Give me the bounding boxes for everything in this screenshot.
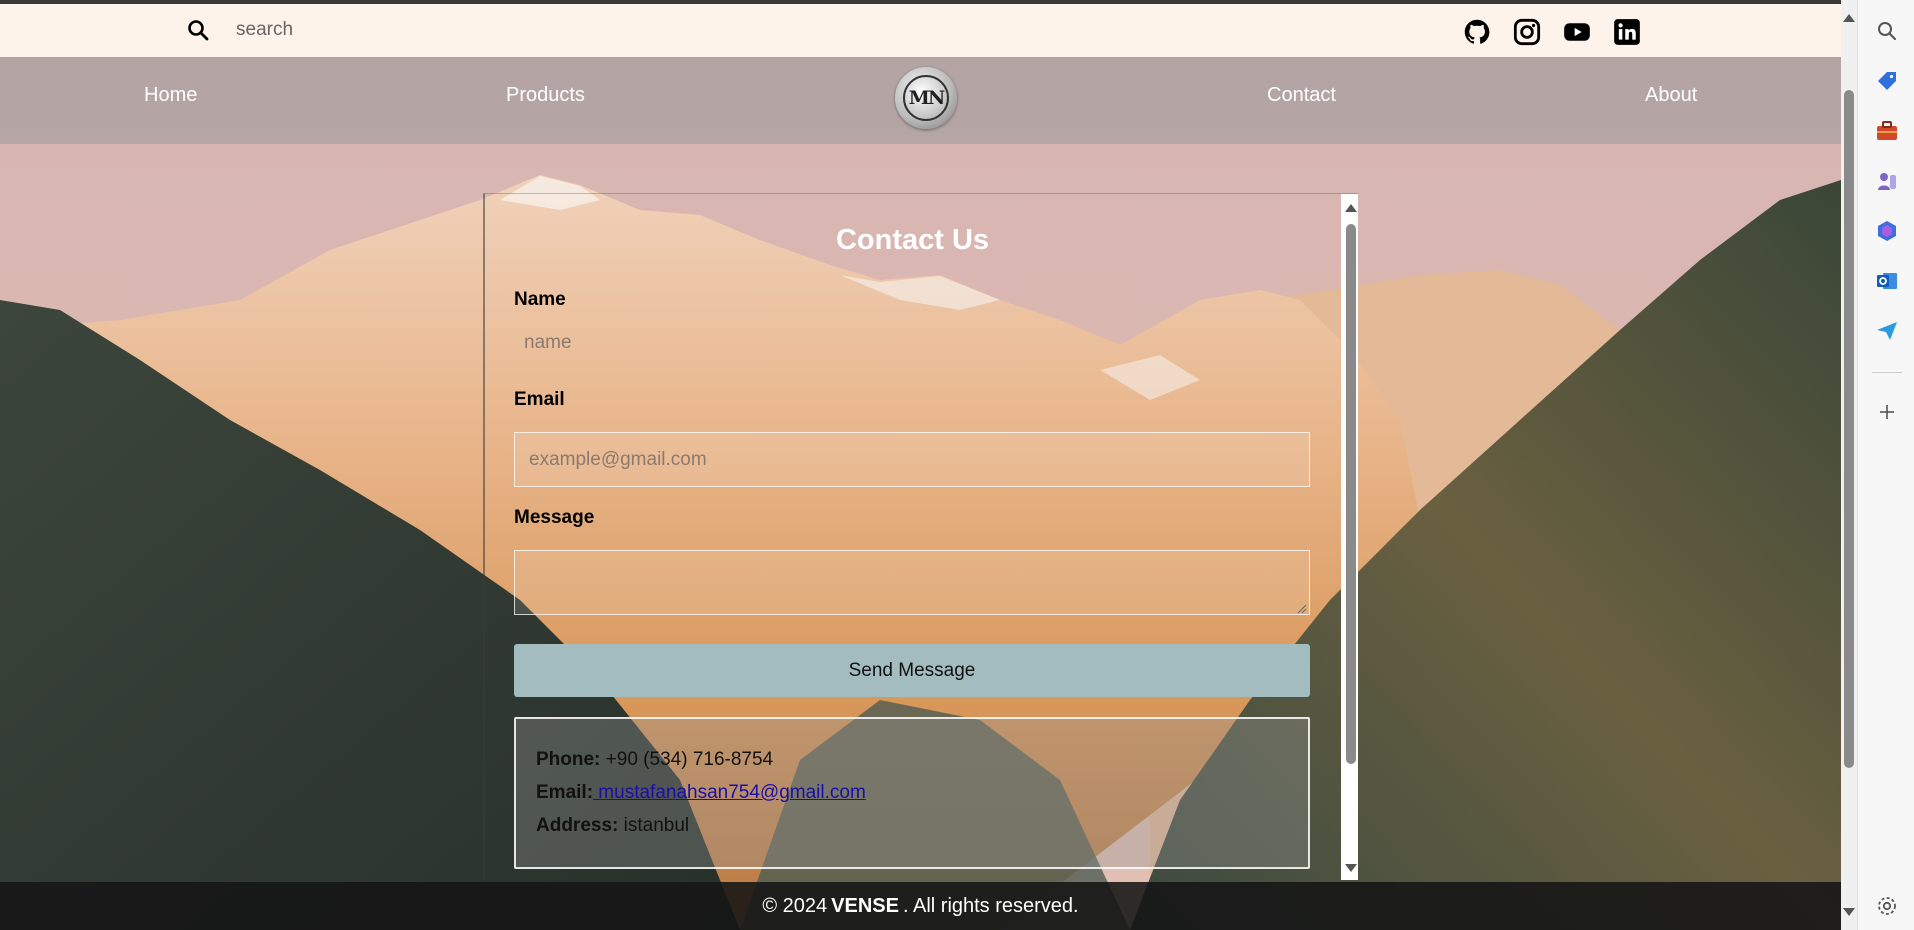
page-scroll-down-icon[interactable]: [1843, 908, 1855, 916]
contact-title: Contact Us: [835, 224, 990, 256]
phone-row: Phone: +90 (534) 716-8754: [536, 749, 773, 771]
copilot-icon[interactable]: [1875, 219, 1899, 243]
phone-value: +90 (534) 716-8754: [605, 749, 774, 770]
message-textarea[interactable]: [514, 550, 1310, 615]
contact-form: Contact Us Name Email Message Send Messa…: [485, 194, 1340, 880]
youtube-icon[interactable]: [1563, 18, 1591, 46]
nav-home[interactable]: Home: [144, 84, 197, 107]
logo-text: MN: [903, 75, 949, 121]
email-link[interactable]: mustafanahsan754@gmail.com: [593, 782, 866, 803]
address-label: Address:: [536, 815, 619, 836]
settings-icon[interactable]: [1875, 894, 1899, 918]
footer-rights: . All rights reserved.: [902, 894, 1079, 917]
panel-scrollbar-thumb[interactable]: [1346, 224, 1356, 764]
phone-label: Phone:: [536, 749, 601, 770]
contact-info-box: Phone: +90 (534) 716-8754 Email: mustafa…: [514, 717, 1310, 869]
briefcase-icon[interactable]: [1875, 119, 1899, 143]
email-input[interactable]: [514, 432, 1310, 487]
footer-copyright: © 2024: [762, 894, 828, 917]
page-scrollbar[interactable]: [1841, 0, 1857, 930]
search-bar: [0, 4, 1841, 57]
tag-icon[interactable]: [1875, 69, 1899, 93]
address-row: Address: istanbul: [536, 815, 689, 837]
name-label: Name: [514, 289, 566, 310]
footer-brand: VENSE: [831, 894, 899, 917]
info-email-label: Email:: [536, 782, 594, 803]
message-label: Message: [514, 507, 595, 528]
site-logo[interactable]: MN: [895, 67, 957, 129]
scroll-up-arrow-icon[interactable]: [1345, 204, 1357, 212]
search-input[interactable]: [236, 15, 836, 45]
contact-panel: Contact Us Name Email Message Send Messa…: [483, 193, 1358, 880]
browser-sidebar: [1857, 0, 1914, 930]
email-row: Email: mustafanahsan754@gmail.com: [536, 782, 866, 804]
send-icon[interactable]: [1875, 319, 1899, 343]
nav-about[interactable]: About: [1645, 84, 1697, 107]
resize-handle-icon[interactable]: [1297, 604, 1307, 614]
address-value: istanbul: [623, 815, 690, 836]
send-message-button[interactable]: Send Message: [514, 644, 1310, 697]
search-icon[interactable]: [1875, 19, 1899, 43]
outlook-icon[interactable]: [1875, 269, 1899, 293]
main-navigation: Home Products MN Contact About: [0, 57, 1841, 144]
add-icon[interactable]: [1875, 400, 1899, 424]
linkedin-icon[interactable]: [1613, 18, 1641, 46]
nav-contact[interactable]: Contact: [1267, 84, 1336, 107]
scroll-down-arrow-icon[interactable]: [1345, 864, 1357, 872]
sidebar-divider: [1872, 372, 1902, 373]
games-icon[interactable]: [1875, 169, 1899, 193]
page-scrollbar-thumb[interactable]: [1844, 90, 1854, 768]
search-icon[interactable]: [186, 18, 210, 42]
footer: © 2024 VENSE . All rights reserved.: [0, 882, 1841, 930]
nav-products[interactable]: Products: [506, 84, 585, 107]
email-label: Email: [514, 389, 565, 410]
panel-scrollbar[interactable]: [1341, 194, 1358, 880]
github-icon[interactable]: [1463, 18, 1491, 46]
instagram-icon[interactable]: [1513, 18, 1541, 46]
page-scroll-up-icon[interactable]: [1843, 14, 1855, 22]
name-input[interactable]: [514, 314, 1310, 372]
